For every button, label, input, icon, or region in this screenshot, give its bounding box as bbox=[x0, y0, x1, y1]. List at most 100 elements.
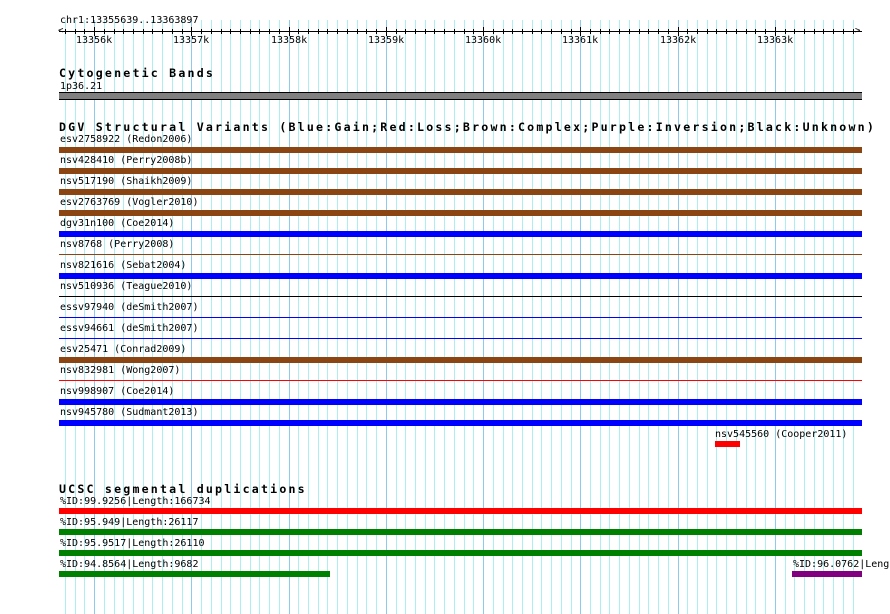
ruler-tick bbox=[104, 29, 105, 34]
dgv-track-title: DGV Structural Variants (Blue:Gain;Red:L… bbox=[59, 120, 877, 134]
ruler-tick-label: 13363k bbox=[757, 35, 794, 46]
ruler-tick bbox=[619, 29, 620, 34]
genome-browser-panel: chr1:13355639..13363897 < > 13356k 13357k… bbox=[0, 0, 890, 614]
ruler-tick bbox=[444, 29, 445, 34]
dgv-feature-bar[interactable] bbox=[59, 357, 862, 363]
ruler-tick bbox=[590, 29, 591, 34]
ruler-tick bbox=[532, 29, 533, 34]
ruler-tick bbox=[843, 29, 844, 34]
cytoband-bar[interactable] bbox=[59, 92, 862, 100]
ruler-tick bbox=[765, 29, 766, 34]
ruler-tick bbox=[201, 29, 202, 34]
segdup-feature-label: %ID:95.9517|Length:26110 bbox=[60, 538, 205, 549]
ruler-tick bbox=[269, 29, 270, 34]
cytoband-track-title: Cytogenetic Bands bbox=[59, 66, 216, 80]
segdup-feature-bar[interactable] bbox=[59, 529, 862, 535]
ruler-tick bbox=[357, 29, 358, 34]
segdup-feature-bar[interactable] bbox=[59, 508, 862, 514]
ruler-tick bbox=[308, 29, 309, 34]
ruler-tick bbox=[464, 29, 465, 34]
ruler-tick bbox=[629, 29, 630, 34]
ruler-tick bbox=[425, 29, 426, 34]
dgv-feature-label: dgv31n100 (Coe2014) bbox=[60, 218, 175, 229]
ruler-tick bbox=[541, 29, 542, 34]
dgv-feature-label: esv25471 (Conrad2009) bbox=[60, 344, 187, 355]
ruler-tick bbox=[736, 29, 737, 34]
dgv-feature-bar[interactable] bbox=[59, 338, 862, 339]
dgv-feature-bar[interactable] bbox=[59, 147, 862, 153]
ruler-tick bbox=[639, 29, 640, 34]
dgv-feature-bar[interactable] bbox=[59, 254, 862, 255]
ruler-tick bbox=[133, 29, 134, 34]
ruler-tick bbox=[240, 29, 241, 34]
dgv-feature-bar[interactable] bbox=[59, 317, 862, 318]
ruler-tick bbox=[114, 29, 115, 34]
dgv-feature-bar[interactable] bbox=[59, 273, 862, 279]
ruler-tick bbox=[746, 29, 747, 34]
dgv-feature-bar[interactable] bbox=[59, 231, 862, 237]
ruler-tick bbox=[182, 29, 183, 34]
ruler-tick bbox=[804, 29, 805, 34]
ruler-tick-label: 13357k bbox=[173, 35, 210, 46]
ruler-tick bbox=[785, 29, 786, 34]
ruler-tick bbox=[396, 29, 397, 34]
segdup-feature-label: %ID:94.8564|Length:9682 bbox=[60, 559, 199, 570]
segdup-feature-bar[interactable] bbox=[59, 571, 330, 577]
segdup-feature-bar[interactable] bbox=[792, 571, 862, 577]
ruler-tick bbox=[415, 29, 416, 34]
ruler-tick bbox=[405, 29, 406, 34]
dgv-feature-bar[interactable] bbox=[59, 380, 862, 381]
ruler-tick bbox=[152, 29, 153, 34]
ruler-tick bbox=[755, 29, 756, 34]
ruler-right-arrow-icon[interactable]: > bbox=[855, 26, 860, 37]
ruler-tick-label: 13360k bbox=[465, 35, 502, 46]
ruler-tick bbox=[75, 29, 76, 34]
ruler-tick bbox=[726, 29, 727, 34]
dgv-feature-label: nsv510936 (Teague2010) bbox=[60, 281, 193, 292]
dgv-feature-bar[interactable] bbox=[59, 296, 862, 297]
ruler-tick bbox=[493, 29, 494, 34]
ruler-tick bbox=[172, 29, 173, 34]
ruler-tick bbox=[221, 29, 222, 34]
segdup-feature-bar[interactable] bbox=[59, 550, 862, 556]
ruler-left-arrow-icon[interactable]: < bbox=[58, 26, 63, 37]
ruler-tick bbox=[230, 29, 231, 34]
ruler-tick bbox=[259, 29, 260, 34]
ruler-tick bbox=[668, 29, 669, 34]
dgv-feature-bar[interactable] bbox=[59, 189, 862, 195]
dgv-feature-label: nsv832981 (Wong2007) bbox=[60, 365, 181, 376]
ruler-tick bbox=[853, 29, 854, 34]
ruler-tick-label: 13359k bbox=[368, 35, 405, 46]
ruler-tick bbox=[454, 29, 455, 34]
dgv-feature-label: essv94661 (deSmith2007) bbox=[60, 323, 199, 334]
segdup-feature-label: %ID:99.9256|Length:166734 bbox=[60, 496, 211, 507]
ruler-tick bbox=[648, 29, 649, 34]
ruler-tick bbox=[143, 29, 144, 34]
cytoband-label: 1p36.21 bbox=[60, 81, 103, 92]
ruler-tick bbox=[123, 29, 124, 34]
dgv-feature-label: nsv945780 (Sudmant2013) bbox=[60, 407, 199, 418]
segdup-feature-label: %ID:96.0762|Length bbox=[793, 559, 890, 570]
dgv-feature-bar[interactable] bbox=[59, 420, 862, 426]
ruler-tick bbox=[551, 29, 552, 34]
ruler-tick bbox=[512, 29, 513, 34]
ruler-tick bbox=[707, 29, 708, 34]
ruler-tick bbox=[366, 29, 367, 34]
dgv-feature-label: nsv821616 (Sebat2004) bbox=[60, 260, 187, 271]
dgv-feature-bar[interactable] bbox=[59, 168, 862, 174]
dgv-feature-bar[interactable] bbox=[715, 441, 740, 447]
ruler-tick bbox=[600, 29, 601, 34]
ruler-tick bbox=[658, 29, 659, 34]
dgv-feature-bar[interactable] bbox=[59, 210, 862, 216]
ruler-tick bbox=[347, 29, 348, 34]
dgv-feature-bar[interactable] bbox=[59, 399, 862, 405]
ruler-tick-label: 13362k bbox=[660, 35, 697, 46]
ruler-tick bbox=[84, 29, 85, 34]
ruler-tick bbox=[318, 29, 319, 34]
ruler-tick bbox=[522, 29, 523, 34]
ruler-tick bbox=[571, 29, 572, 34]
dgv-feature-label: esv2763769 (Vogler2010) bbox=[60, 197, 199, 208]
dgv-feature-label: nsv545560 (Cooper2011) bbox=[715, 429, 848, 440]
ruler-label: chr1:13355639..13363897 bbox=[60, 15, 199, 26]
ruler-tick bbox=[697, 29, 698, 34]
